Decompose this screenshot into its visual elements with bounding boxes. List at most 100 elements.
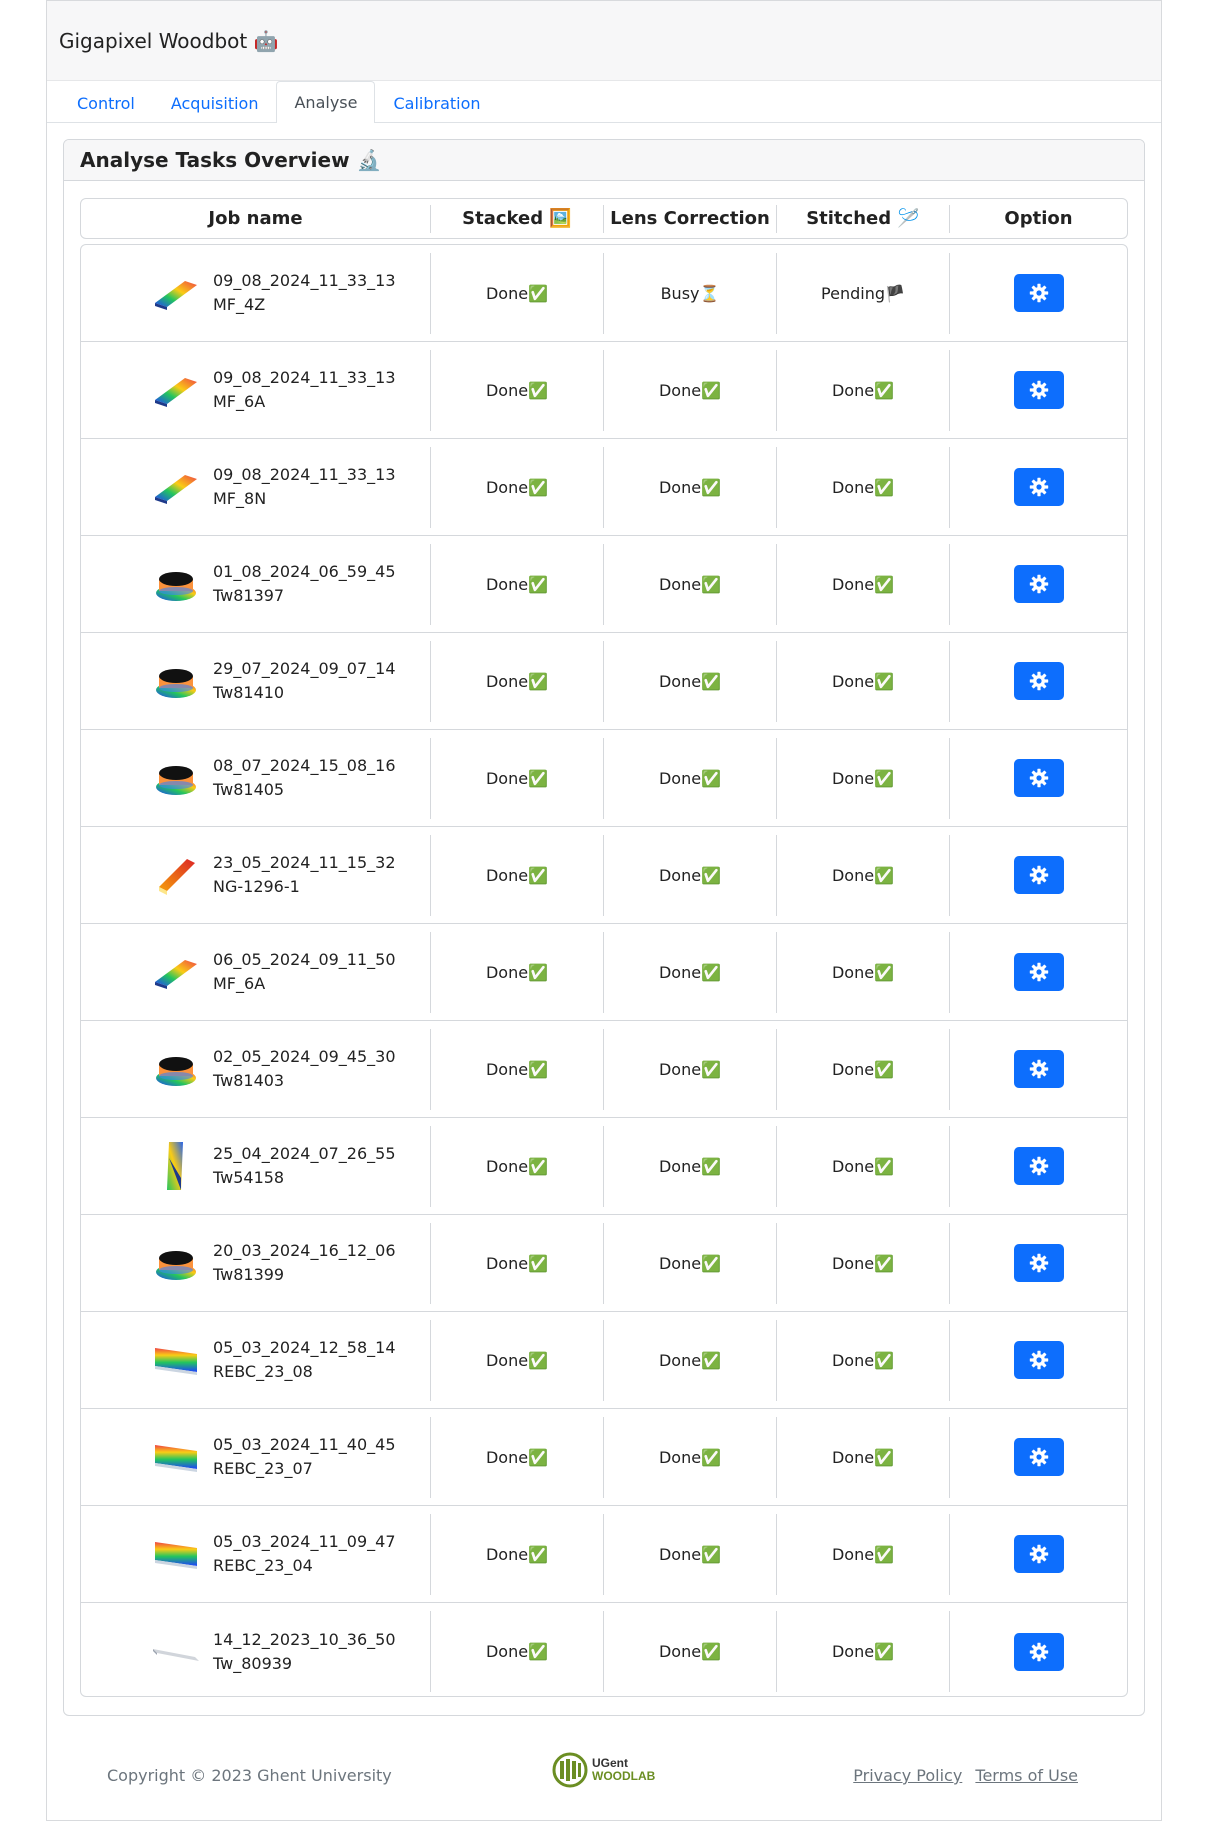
lens-correction-status: Done✅ xyxy=(604,1125,777,1207)
stacked-status: Done✅ xyxy=(431,1125,604,1207)
stitched-status: Done✅ xyxy=(777,834,950,916)
options-button[interactable] xyxy=(1013,1438,1064,1476)
option-cell xyxy=(950,932,1127,1013)
job-sample-name: Tw81405 xyxy=(213,780,285,799)
job-thumbnail xyxy=(151,1235,201,1291)
tab-bar: Control Acquisition Analyse Calibration xyxy=(47,80,1161,123)
job-sample-name: REBC_23_07 xyxy=(213,1459,313,1478)
gear-icon xyxy=(1029,1350,1048,1370)
options-button[interactable] xyxy=(1013,856,1064,894)
tab-calibration[interactable]: Calibration xyxy=(375,82,498,123)
table-row: 08_07_2024_15_08_16 Tw81405 Done✅ Done✅ … xyxy=(81,730,1127,827)
gear-icon xyxy=(1029,962,1048,982)
stitched-status: Done✅ xyxy=(777,931,950,1013)
job-date: 05_03_2024_12_58_14 xyxy=(213,1338,396,1357)
stitched-status: Done✅ xyxy=(777,1319,950,1401)
lens-correction-status: Done✅ xyxy=(604,1028,777,1110)
stacked-status: Done✅ xyxy=(431,640,604,722)
lens-correction-status: Done✅ xyxy=(604,1222,777,1304)
stitched-status: Pending🏴 xyxy=(777,252,950,334)
options-button[interactable] xyxy=(1013,1244,1064,1282)
stitched-status: Done✅ xyxy=(777,446,950,528)
options-button[interactable] xyxy=(1013,371,1064,409)
job-date: 02_05_2024_09_45_30 xyxy=(213,1047,396,1066)
table-row: 14_12_2023_10_36_50 Tw_80939 Done✅ Done✅… xyxy=(81,1603,1127,1696)
options-button[interactable] xyxy=(1013,759,1064,797)
gear-icon xyxy=(1029,283,1048,303)
gear-icon xyxy=(1029,1642,1048,1661)
stitched-status: Done✅ xyxy=(777,349,950,431)
tab-control[interactable]: Control xyxy=(59,82,153,123)
stitched-status: Done✅ xyxy=(777,1028,950,1110)
job-thumbnail xyxy=(151,1624,201,1680)
job-name-cell: 05_03_2024_11_09_47 REBC_23_04 xyxy=(81,1513,431,1595)
column-header-job-name: Job name xyxy=(81,204,431,233)
stitched-status: Done✅ xyxy=(777,543,950,625)
table-row: 02_05_2024_09_45_30 Tw81403 Done✅ Done✅ … xyxy=(81,1021,1127,1118)
table-row: 06_05_2024_09_11_50 MF_6A Done✅ Done✅ Do… xyxy=(81,924,1127,1021)
gear-icon xyxy=(1029,1059,1048,1079)
option-cell xyxy=(950,447,1127,528)
table-header: Job name Stacked 🖼️ Lens Correction Stit… xyxy=(80,198,1128,239)
job-thumbnail xyxy=(151,1138,201,1194)
app-window: Gigapixel Woodbot 🤖 Control Acquisition … xyxy=(46,0,1162,1821)
option-cell xyxy=(950,1029,1127,1110)
job-thumbnail xyxy=(151,750,201,806)
options-button[interactable] xyxy=(1013,1535,1064,1573)
job-date: 20_03_2024_16_12_06 xyxy=(213,1241,396,1260)
job-name-cell: 09_08_2024_11_33_13 MF_8N xyxy=(81,446,431,528)
privacy-policy-link[interactable]: Privacy Policy xyxy=(853,1766,962,1785)
options-button[interactable] xyxy=(1013,274,1064,312)
job-sample-name: REBC_23_04 xyxy=(213,1556,313,1575)
job-date: 09_08_2024_11_33_13 xyxy=(213,368,396,387)
stacked-status: Done✅ xyxy=(431,737,604,819)
column-header-stacked: Stacked 🖼️ xyxy=(431,204,604,233)
option-cell xyxy=(950,1417,1127,1498)
gear-icon xyxy=(1029,865,1048,885)
jobs-table-body: 09_08_2024_11_33_13 MF_4Z Done✅ Busy⏳ Pe… xyxy=(80,244,1128,1697)
job-thumbnail xyxy=(151,944,201,1000)
lens-correction-status: Done✅ xyxy=(604,737,777,819)
stitched-status: Done✅ xyxy=(777,1416,950,1498)
job-date: 25_04_2024_07_26_55 xyxy=(213,1144,396,1163)
table-row: 20_03_2024_16_12_06 Tw81399 Done✅ Done✅ … xyxy=(81,1215,1127,1312)
job-sample-name: Tw81399 xyxy=(213,1265,285,1284)
job-sample-name: MF_6A xyxy=(213,392,266,411)
option-cell xyxy=(950,544,1127,625)
gear-icon xyxy=(1029,671,1048,691)
job-thumbnail xyxy=(151,847,201,903)
options-button[interactable] xyxy=(1013,1050,1064,1088)
option-cell xyxy=(950,1223,1127,1304)
stitched-status: Done✅ xyxy=(777,640,950,722)
options-button[interactable] xyxy=(1013,1341,1064,1379)
options-button[interactable] xyxy=(1013,662,1064,700)
tab-analyse[interactable]: Analyse xyxy=(276,81,376,123)
stacked-status: Done✅ xyxy=(431,931,604,1013)
job-thumbnail xyxy=(151,1429,201,1485)
options-button[interactable] xyxy=(1013,565,1064,603)
job-name-cell: 05_03_2024_11_40_45 REBC_23_07 xyxy=(81,1416,431,1498)
gear-icon xyxy=(1029,1544,1048,1564)
stacked-status: Done✅ xyxy=(431,1222,604,1304)
job-thumbnail xyxy=(151,459,201,515)
stacked-status: Done✅ xyxy=(431,1319,604,1401)
tab-acquisition[interactable]: Acquisition xyxy=(153,82,277,123)
job-sample-name: MF_6A xyxy=(213,974,266,993)
job-thumbnail xyxy=(151,1332,201,1388)
table-row: 09_08_2024_11_33_13 MF_8N Done✅ Done✅ Do… xyxy=(81,439,1127,536)
gear-icon xyxy=(1029,477,1048,497)
job-sample-name: Tw81397 xyxy=(213,586,285,605)
stitched-status: Done✅ xyxy=(777,1125,950,1207)
options-button[interactable] xyxy=(1013,953,1064,991)
table-row: 23_05_2024_11_15_32 NG-1296-1 Done✅ Done… xyxy=(81,827,1127,924)
app-title: Gigapixel Woodbot 🤖 xyxy=(47,0,1161,81)
stacked-status: Done✅ xyxy=(431,834,604,916)
options-button[interactable] xyxy=(1013,468,1064,506)
terms-of-use-link[interactable]: Terms of Use xyxy=(975,1766,1078,1785)
lens-correction-status: Done✅ xyxy=(604,349,777,431)
job-thumbnail xyxy=(151,265,201,321)
options-button[interactable] xyxy=(1013,1632,1064,1671)
stitched-status: Done✅ xyxy=(777,1611,950,1692)
options-button[interactable] xyxy=(1013,1147,1064,1185)
column-header-lens-correction: Lens Correction xyxy=(604,204,777,233)
